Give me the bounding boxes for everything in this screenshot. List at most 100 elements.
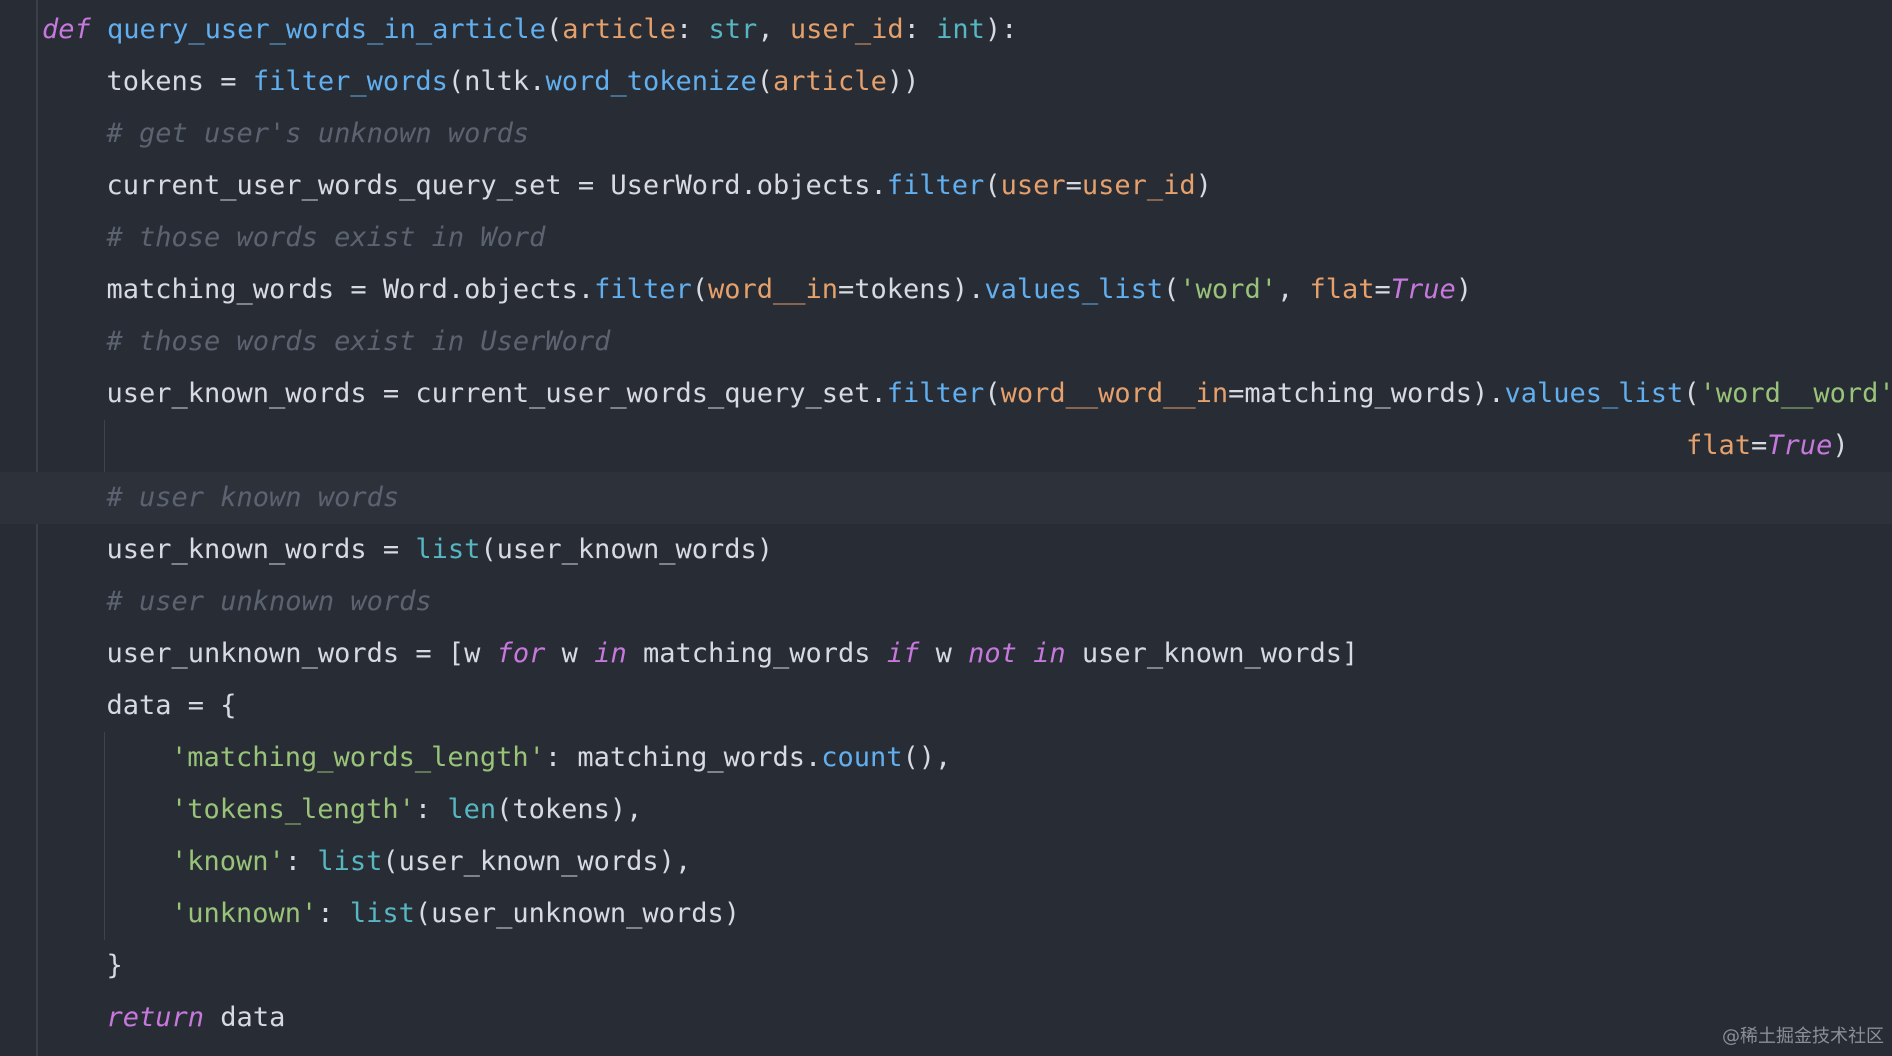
- code-token: w: [919, 638, 969, 669]
- code-token: user_id: [789, 14, 904, 45]
- code-line-text: user_known_words = list(user_known_words…: [107, 524, 774, 576]
- code-line[interactable]: user_unknown_words = [w for w in matchin…: [0, 628, 1892, 680]
- code-token: filter: [886, 378, 985, 409]
- code-line[interactable]: tokens = filter_words(nltk.word_tokenize…: [0, 56, 1892, 108]
- code-token: ):: [984, 14, 1018, 45]
- code-token: str: [708, 14, 758, 45]
- code-token: 'unknown': [171, 898, 318, 929]
- code-token: =: [1065, 170, 1082, 201]
- code-editor[interactable]: def query_user_words_in_article ( article:…: [0, 0, 1892, 1056]
- code-line[interactable]: user_known_words = current_user_words_qu…: [0, 368, 1892, 420]
- code-token: word__in: [707, 274, 839, 305]
- code-line-text: # those words exist in Word: [107, 212, 546, 264]
- code-token: current_user_words_query_set = UserWord.…: [106, 170, 887, 201]
- code-token: 'matching_words_length': [171, 742, 545, 773]
- code-token: int: [936, 14, 985, 45]
- code-token: (user_unknown_words): [414, 898, 740, 929]
- code-token: ): [1832, 430, 1849, 461]
- code-token: w: [545, 638, 595, 669]
- code-token: =: [1751, 430, 1768, 461]
- code-token: ): [1195, 170, 1212, 201]
- code-token: (: [984, 378, 1001, 409]
- code-line[interactable]: matching_words = Word.objects.filter(wor…: [0, 264, 1892, 316]
- code-line-text: return data: [107, 992, 286, 1044]
- code-token: list: [415, 534, 481, 565]
- code-line[interactable]: def query_user_words_in_article(article:…: [0, 4, 1892, 56]
- code-line[interactable]: return data: [0, 992, 1892, 1044]
- code-line-text: def query_user_words_in_article(article:…: [42, 4, 1017, 56]
- code-line[interactable]: 'tokens_length': len(tokens),: [0, 784, 1892, 836]
- code-line[interactable]: # user known words: [0, 472, 1892, 524]
- code-token: list: [349, 898, 415, 929]
- code-token: if: [886, 638, 920, 669]
- code-line[interactable]: # those words exist in Word: [0, 212, 1892, 264]
- code-token: user_known_words =: [106, 534, 416, 565]
- code-line-text: current_user_words_query_set = UserWord.…: [107, 160, 1212, 212]
- code-line[interactable]: current_user_words_query_set = UserWord.…: [0, 160, 1892, 212]
- code-line-wrapped-text: flat=True): [1686, 420, 1849, 472]
- code-line[interactable]: user_known_words = list(user_known_words…: [0, 524, 1892, 576]
- code-line[interactable]: flat=True): [0, 420, 1892, 472]
- code-token: }: [106, 950, 123, 981]
- code-token: for: [496, 638, 546, 669]
- code-token: : matching_words.: [544, 742, 822, 773]
- code-token: user_known_words]: [1065, 638, 1359, 669]
- watermark: @稀土掘金技术社区: [1722, 1026, 1884, 1047]
- code-token: =tokens).: [838, 274, 985, 305]
- code-line[interactable]: # user unknown words: [0, 576, 1892, 628]
- code-token: =matching_words).: [1228, 378, 1505, 409]
- code-token: # those words exist in UserWord: [106, 326, 611, 357]
- code-token: matching_words: [626, 638, 887, 669]
- code-token: query_user_words_in_article: [107, 14, 546, 45]
- code-token: filter: [594, 274, 692, 305]
- code-token: tokens =: [106, 66, 253, 97]
- code-token: ): [1455, 274, 1473, 305]
- code-token: :: [903, 14, 937, 45]
- code-line[interactable]: 'known': list(user_known_words),: [0, 836, 1892, 888]
- code-token: flat: [1309, 274, 1375, 305]
- code-token: # user known words: [106, 482, 400, 513]
- code-token: 'word__word': [1699, 378, 1892, 409]
- code-line[interactable]: data = {: [0, 680, 1892, 732]
- code-line[interactable]: }: [0, 940, 1892, 992]
- code-token: )): [886, 66, 920, 97]
- code-line-text: # user known words: [107, 472, 400, 524]
- code-token: :: [284, 846, 318, 877]
- code-token: values_list: [1504, 378, 1684, 409]
- code-token: 'known': [171, 846, 285, 877]
- code-token: # user unknown words: [106, 586, 432, 617]
- code-token: data: [204, 1002, 286, 1033]
- code-token: (nltk.: [447, 66, 546, 97]
- code-token: (tokens),: [496, 794, 643, 825]
- code-token: (: [1163, 274, 1180, 305]
- code-line-text: data = {: [107, 680, 237, 732]
- code-token: article: [562, 14, 677, 45]
- code-line-text: tokens = filter_words(nltk.word_tokenize…: [107, 56, 920, 108]
- code-token: filter: [886, 170, 985, 201]
- code-token: return: [106, 1002, 205, 1033]
- code-token: 'tokens_length': [171, 794, 415, 825]
- code-line[interactable]: # get user's unknown words: [0, 108, 1892, 160]
- code-token: word__word__in: [1000, 378, 1229, 409]
- code-line-text: 'known': list(user_known_words),: [171, 836, 691, 888]
- code-token: ,: [1276, 274, 1310, 305]
- code-line[interactable]: 'unknown': list(user_unknown_words): [0, 888, 1892, 940]
- code-token: in: [594, 638, 627, 669]
- code-token: :: [676, 14, 709, 45]
- code-line-text: user_unknown_words = [w for w in matchin…: [107, 628, 1359, 680]
- code-token: # those words exist in Word: [106, 222, 546, 253]
- code-token: list: [317, 846, 383, 877]
- code-line[interactable]: 'matching_words_length': matching_words.…: [0, 732, 1892, 784]
- code-token: values_list: [984, 274, 1164, 305]
- code-token: user_known_words = current_user_words_qu…: [106, 378, 887, 409]
- code-token: 'word': [1179, 274, 1277, 305]
- code-token: user: [1000, 170, 1066, 201]
- code-token: (: [691, 274, 708, 305]
- code-token: (user_known_words): [480, 534, 773, 565]
- code-token: count: [821, 742, 903, 773]
- code-token: def: [42, 14, 91, 45]
- code-line[interactable]: # those words exist in UserWord: [0, 316, 1892, 368]
- code-token: word_tokenize: [545, 66, 757, 97]
- code-line-text: # those words exist in UserWord: [107, 316, 611, 368]
